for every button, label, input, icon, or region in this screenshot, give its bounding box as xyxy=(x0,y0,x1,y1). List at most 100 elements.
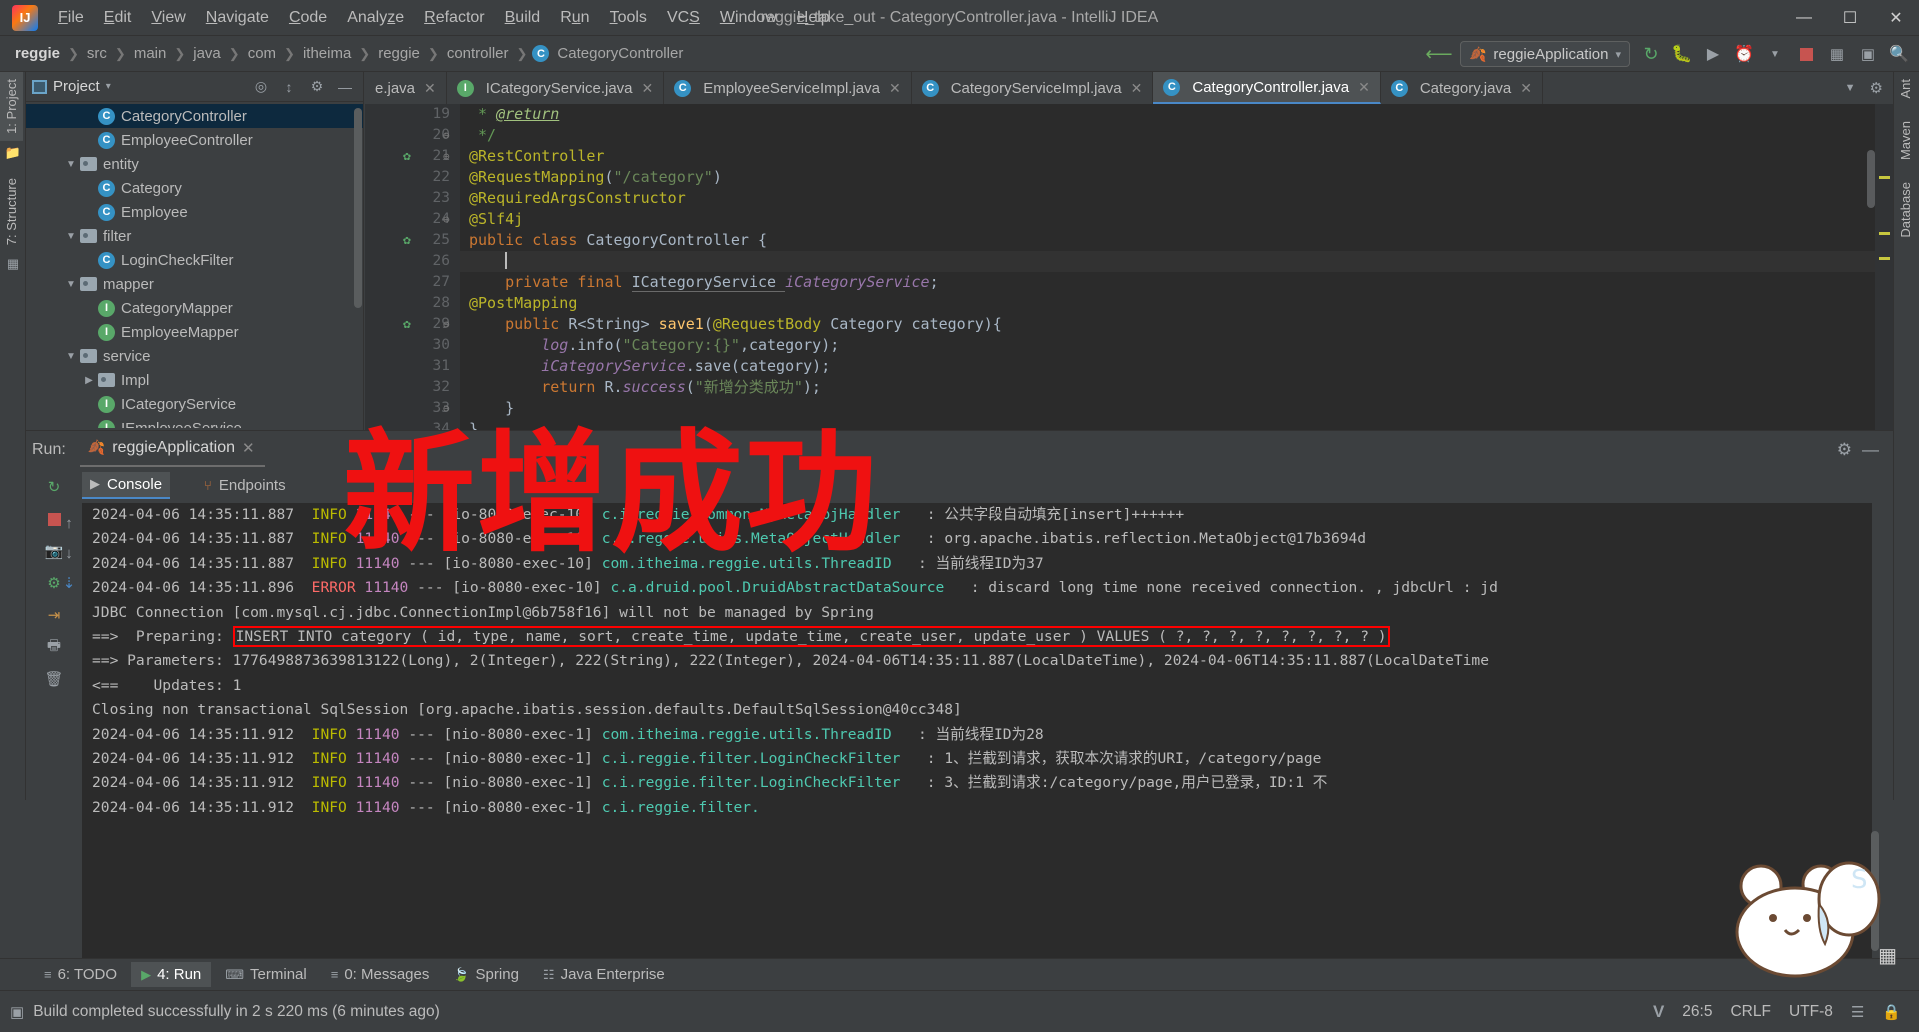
breadcrumb-reggie[interactable]: reggie xyxy=(12,44,63,63)
gear-icon[interactable]: ⚙ xyxy=(305,76,329,98)
code-line-20[interactable]: */ xyxy=(460,125,1893,146)
close-icon[interactable]: ✕ xyxy=(1131,80,1143,97)
line-separator[interactable]: CRLF xyxy=(1730,1003,1770,1021)
menu-build[interactable]: Build xyxy=(495,5,551,31)
update-icon[interactable]: ▣ xyxy=(1854,41,1882,67)
debug-icon[interactable]: 🐛 xyxy=(1668,41,1696,67)
breadcrumb-src[interactable]: src xyxy=(84,44,110,63)
code-line-19[interactable]: * @return xyxy=(460,104,1893,125)
run-configuration-selector[interactable]: 🍂 reggieApplication ▾ xyxy=(1459,41,1630,67)
scroll-to-end-icon[interactable]: ⇣ xyxy=(54,569,84,597)
tree-item-employee[interactable]: C Employee xyxy=(26,200,363,224)
warning-marker[interactable] xyxy=(1879,232,1890,235)
fold-toggle-icon[interactable]: ⊖ xyxy=(443,398,450,419)
chevron-down-icon[interactable]: ▼ xyxy=(1761,41,1789,67)
close-icon[interactable]: ✕ xyxy=(1358,79,1370,96)
fold-toggle-icon[interactable]: ⊖ xyxy=(443,209,450,230)
fold-toggle-icon[interactable]: ⊖ xyxy=(443,125,450,146)
spring-bean-icon[interactable]: ✿ xyxy=(403,146,411,167)
editor-tab-e-java[interactable]: e.java ✕ xyxy=(365,72,447,104)
gutter-line-26[interactable]: 26 xyxy=(365,251,460,272)
warning-marker[interactable] xyxy=(1879,176,1890,179)
maximize-button[interactable]: ☐ xyxy=(1827,0,1873,36)
gutter-line-29[interactable]: ✿ ⊖ 29 xyxy=(365,314,460,335)
editor-tab-categoryserviceimpl-java[interactable]: C CategoryServiceImpl.java ✕ xyxy=(912,72,1154,104)
scroll-up-icon[interactable]: ↑ xyxy=(54,509,84,537)
collapse-all-icon[interactable]: ↕ xyxy=(277,76,301,98)
code-line-22[interactable]: @RequestMapping("/category") xyxy=(460,167,1893,188)
menu-tools[interactable]: Tools xyxy=(600,5,657,31)
tree-item-filter[interactable]: ▼ filter xyxy=(26,224,363,248)
tree-item-logincheckfilter[interactable]: C LoginCheckFilter xyxy=(26,248,363,272)
bottom-tab-4-run[interactable]: ▶ 4: Run xyxy=(131,962,212,987)
breadcrumb-itheima[interactable]: itheima xyxy=(300,44,354,63)
editor-marker-pane[interactable] xyxy=(1875,104,1893,430)
menu-vcs[interactable]: VCS xyxy=(657,5,710,31)
bottom-tab-java-enterprise[interactable]: ☷ Java Enterprise xyxy=(533,962,675,987)
sidebar-item-ant[interactable]: Ant xyxy=(1894,72,1917,106)
tree-item-mapper[interactable]: ▼ mapper xyxy=(26,272,363,296)
gutter-line-34[interactable]: 34 xyxy=(365,419,460,430)
breadcrumb-com[interactable]: com xyxy=(245,44,279,63)
breadcrumb-controller[interactable]: controller xyxy=(444,44,512,63)
gutter-line-28[interactable]: 28 xyxy=(365,293,460,314)
tree-item-employeemapper[interactable]: I EmployeeMapper xyxy=(26,320,363,344)
breadcrumb-java[interactable]: java xyxy=(190,44,224,63)
editor-tab-employeeserviceimpl-java[interactable]: C EmployeeServiceImpl.java ✕ xyxy=(664,72,912,104)
gutter-line-24[interactable]: ⊖ 24 xyxy=(365,209,460,230)
console-output[interactable]: 2024-04-06 14:35:11.887 INFO 11140 --- [… xyxy=(82,503,1872,963)
gutter-line-22[interactable]: 22 xyxy=(365,167,460,188)
code-line-27[interactable]: private final ICategoryService iCategory… xyxy=(460,272,1893,293)
gutter-line-27[interactable]: 27 xyxy=(365,272,460,293)
vcs-v-icon[interactable]: V xyxy=(1653,1002,1664,1022)
tree-item-employeecontroller[interactable]: C EmployeeController xyxy=(26,128,363,152)
breadcrumb-current-class[interactable]: CategoryController xyxy=(554,44,686,63)
project-tree-scrollbar[interactable] xyxy=(354,108,362,308)
code-line-30[interactable]: log.info("Category:{}",category); xyxy=(460,335,1893,356)
menu-code[interactable]: Code xyxy=(279,5,337,31)
gutter-line-19[interactable]: 19 xyxy=(365,104,460,125)
gutter-line-23[interactable]: 23 xyxy=(365,188,460,209)
run-icon[interactable]: ↻ xyxy=(1637,41,1665,67)
sidebar-item-maven[interactable]: Maven xyxy=(1894,114,1917,167)
menu-file[interactable]: File xyxy=(48,5,94,31)
twisty-icon[interactable]: ▼ xyxy=(62,231,80,242)
code-line-33[interactable]: } xyxy=(460,398,1893,419)
sidebar-item-structure[interactable]: 7: Structure xyxy=(0,171,23,252)
code-line-28[interactable]: @PostMapping xyxy=(460,293,1893,314)
caret-position[interactable]: 26:5 xyxy=(1682,1003,1712,1021)
spring-bean-icon[interactable]: ✿ xyxy=(403,230,411,251)
twisty-icon[interactable]: ▼ xyxy=(62,159,80,170)
editor-gutter[interactable]: 19 ⊖ 20 ✿ ⊖ 21 22 23 ⊖ 24 ✿ 25 26 27 28 ✿ ⊖ 29 30 31 32 ⊖ 33 34 xyxy=(365,104,460,430)
editor-code-area[interactable]: * @return */@RestController @RequestMappi… xyxy=(460,104,1893,430)
console-scrollbar[interactable] xyxy=(1871,831,1879,951)
stop-icon[interactable] xyxy=(1792,41,1820,67)
tab-console[interactable]: ▶ Console xyxy=(82,471,171,499)
editor-scrollbar[interactable] xyxy=(1867,104,1875,430)
sidebar-item-project[interactable]: 1: Project xyxy=(0,72,23,141)
close-icon[interactable]: ✕ xyxy=(642,80,654,97)
gear-icon[interactable]: ⚙ xyxy=(1864,79,1889,97)
twisty-icon[interactable]: ▼ xyxy=(62,351,80,362)
lock-icon[interactable]: 🔒 xyxy=(1882,1003,1901,1021)
project-tree[interactable]: C CategoryController C EmployeeController ▼ e… xyxy=(26,102,363,428)
build-hammer-icon[interactable]: ⟵ xyxy=(1425,41,1453,67)
tree-item-categorymapper[interactable]: I CategoryMapper xyxy=(26,296,363,320)
breadcrumb-main[interactable]: main xyxy=(131,44,170,63)
gutter-line-21[interactable]: ✿ ⊖ 21 xyxy=(365,146,460,167)
code-line-31[interactable]: iCategoryService.save(category); xyxy=(460,356,1893,377)
code-line-26[interactable] xyxy=(460,251,1893,272)
twisty-icon[interactable]: ▼ xyxy=(62,279,80,290)
bottom-tab-spring[interactable]: 🍃 Spring xyxy=(443,962,529,987)
deploy-icon[interactable]: ▦ xyxy=(1823,41,1851,67)
tree-item-impl[interactable]: ▶ Impl xyxy=(26,368,363,392)
gutter-line-33[interactable]: ⊖ 33 xyxy=(365,398,460,419)
menu-analyze[interactable]: Analyze xyxy=(337,5,414,31)
breadcrumb-reggie-pkg[interactable]: reggie xyxy=(375,44,423,63)
bottom-tab-terminal[interactable]: ⌨ Terminal xyxy=(215,962,316,987)
run-configuration-tab[interactable]: 🍂 reggieApplication ✕ xyxy=(79,434,265,467)
code-line-29[interactable]: public R<String> save1(@RequestBody Cate… xyxy=(460,314,1893,335)
hide-panel-icon[interactable]: — xyxy=(1862,440,1879,460)
hide-panel-icon[interactable]: — xyxy=(333,76,357,98)
code-line-23[interactable]: @RequiredArgsConstructor xyxy=(460,188,1893,209)
